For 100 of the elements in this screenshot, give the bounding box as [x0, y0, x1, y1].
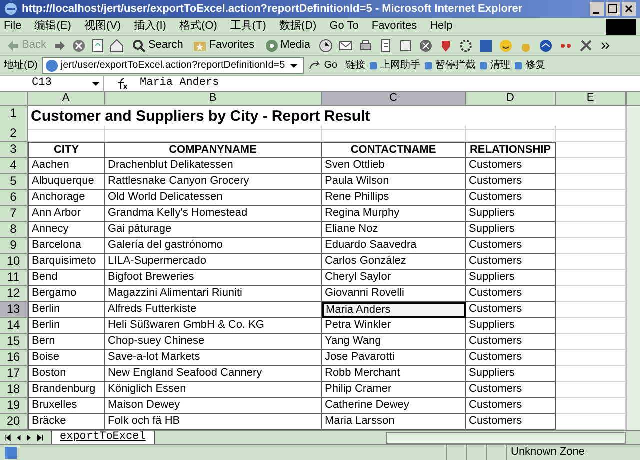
table-cell[interactable]: Sven Ottlieb	[322, 158, 466, 174]
row-header[interactable]: 7	[0, 206, 28, 222]
document-icon[interactable]	[378, 38, 393, 52]
table-cell[interactable]: Catherine Dewey	[322, 398, 466, 414]
circle-x-icon[interactable]	[418, 38, 433, 52]
page-icon[interactable]	[44, 58, 59, 72]
maximize-icon[interactable]	[606, 2, 620, 16]
empty-cell[interactable]	[466, 126, 556, 142]
row-header[interactable]: 18	[0, 382, 28, 398]
row-header[interactable]: 19	[0, 398, 28, 414]
row-header[interactable]: 17	[0, 366, 28, 382]
toolbar-button[interactable]: Media	[262, 37, 313, 54]
row-header[interactable]: 14	[0, 318, 28, 334]
table-cell: Save-a-lot Markets	[105, 350, 322, 366]
table-cell[interactable]: Carlos González	[322, 254, 466, 270]
empty-cell[interactable]	[105, 126, 322, 142]
row-header[interactable]: 16	[0, 350, 28, 366]
horizontal-scrollbar[interactable]	[386, 432, 626, 444]
menu-item[interactable]: 编辑(E)	[34, 18, 72, 35]
table-cell[interactable]: Rene Phillips	[322, 190, 466, 206]
menu-item[interactable]: 数据(D)	[279, 18, 317, 35]
row-header[interactable]: 10	[0, 254, 28, 270]
menu-item[interactable]: 工具(T)	[230, 18, 266, 35]
column-header[interactable]: D	[466, 92, 556, 105]
toolbar-button[interactable]: 清理	[480, 58, 511, 73]
menu-item[interactable]: 格式(O)	[179, 18, 218, 35]
table-cell[interactable]: Yang Wang	[322, 334, 466, 350]
column-header[interactable]: C	[322, 92, 466, 105]
row-header[interactable]: 13	[0, 302, 28, 318]
row-header[interactable]: 4	[0, 158, 28, 174]
table-cell[interactable]: Petra Winkler	[322, 318, 466, 334]
table-cell: Maison Dewey	[105, 398, 322, 414]
close-icon[interactable]	[622, 2, 636, 16]
menu-item[interactable]: 视图(V)	[84, 18, 122, 35]
minimize-icon[interactable]	[590, 2, 604, 16]
history-icon[interactable]	[318, 38, 333, 52]
print-icon[interactable]	[358, 38, 373, 52]
row-header[interactable]: 8	[0, 222, 28, 238]
table-cell[interactable]: Robb Merchant	[322, 366, 466, 382]
go-button[interactable]: Go	[308, 58, 338, 73]
row-header[interactable]: 6	[0, 190, 28, 206]
toolbar-button[interactable]: Favorites	[191, 37, 257, 54]
forward-arrow-icon[interactable]	[53, 38, 68, 52]
sheet-tab[interactable]: exportToExcel	[51, 431, 155, 444]
mail-icon[interactable]	[338, 38, 353, 52]
table-cell: Suppliers	[466, 270, 556, 286]
row-header[interactable]: 3	[0, 142, 28, 158]
menu-item[interactable]: 插入(I)	[134, 18, 166, 35]
table-cell[interactable]: Maria Anders	[322, 302, 466, 318]
column-header[interactable]: A	[28, 92, 105, 105]
function-icon[interactable]	[115, 76, 129, 90]
table-cell: Bruxelles	[28, 398, 105, 414]
toolbar-button[interactable]: 上网助手	[370, 58, 421, 73]
toolbar-button[interactable]: 修复	[514, 58, 546, 73]
table-cell: Galería del gastrónomo	[105, 238, 322, 254]
menu-item[interactable]: File	[4, 18, 22, 35]
search-icon[interactable]	[132, 38, 146, 52]
table-cell[interactable]: Eliane Noz	[322, 222, 466, 238]
row-header[interactable]: 2	[0, 126, 28, 142]
refresh-icon[interactable]	[91, 38, 106, 52]
table-cell: LILA-Supermercado	[105, 254, 322, 270]
table-cell: Customers	[466, 158, 556, 174]
table-cell: Bern	[28, 334, 105, 350]
table-cell[interactable]: Regina Murphy	[322, 206, 466, 222]
table-cell: Customers	[466, 286, 556, 302]
row-header[interactable]: 11	[0, 270, 28, 286]
square-logo-icon[interactable]	[478, 38, 493, 52]
table-cell: Berlin	[28, 302, 105, 318]
links-label[interactable]: 链接	[346, 58, 366, 73]
table-cell[interactable]: Cheryl Saylor	[322, 270, 466, 286]
formula-field[interactable]: Maria Anders	[140, 75, 640, 92]
row-header[interactable]: 9	[0, 238, 28, 254]
stop-icon[interactable]	[72, 38, 86, 52]
home-icon[interactable]	[110, 38, 124, 52]
table-cell: Barcelona	[28, 238, 105, 254]
table-cell[interactable]: Philip Cramer	[322, 382, 466, 398]
table-cell[interactable]: Paula Wilson	[322, 174, 466, 190]
table-cell: Bend	[28, 270, 105, 286]
row-header[interactable]: 20	[0, 414, 28, 430]
media-icon[interactable]	[264, 38, 279, 52]
name-box[interactable]: C13	[0, 76, 104, 91]
table-cell[interactable]: Jose Pavarotti	[322, 350, 466, 366]
gear-icon[interactable]	[458, 38, 473, 52]
table-cell: Old World Delicatessen	[105, 190, 322, 206]
table-cell: Suppliers	[466, 206, 556, 222]
toolbar-button[interactable]: 暂停拦截	[424, 58, 476, 73]
menu-item[interactable]: Favorites	[372, 18, 418, 35]
toolbar-button[interactable]: Search	[130, 37, 186, 54]
row-header[interactable]: 12	[0, 286, 28, 302]
table-cell: Boston	[28, 366, 105, 382]
menu-item[interactable]: Help	[430, 18, 453, 35]
browser-icon[interactable]	[4, 2, 18, 16]
row-header[interactable]: 15	[0, 334, 28, 350]
table-cell[interactable]: Eduardo Saavedra	[322, 238, 466, 254]
smiley-icon[interactable]	[498, 38, 513, 52]
row-header[interactable]: 5	[0, 174, 28, 190]
menu-item[interactable]: Go To	[330, 18, 359, 35]
note-icon[interactable]	[398, 38, 413, 52]
empty-cell[interactable]	[322, 126, 466, 142]
address-field[interactable]: jert/user/exportToExcel.action?reportDefinitionId=5	[42, 57, 304, 74]
